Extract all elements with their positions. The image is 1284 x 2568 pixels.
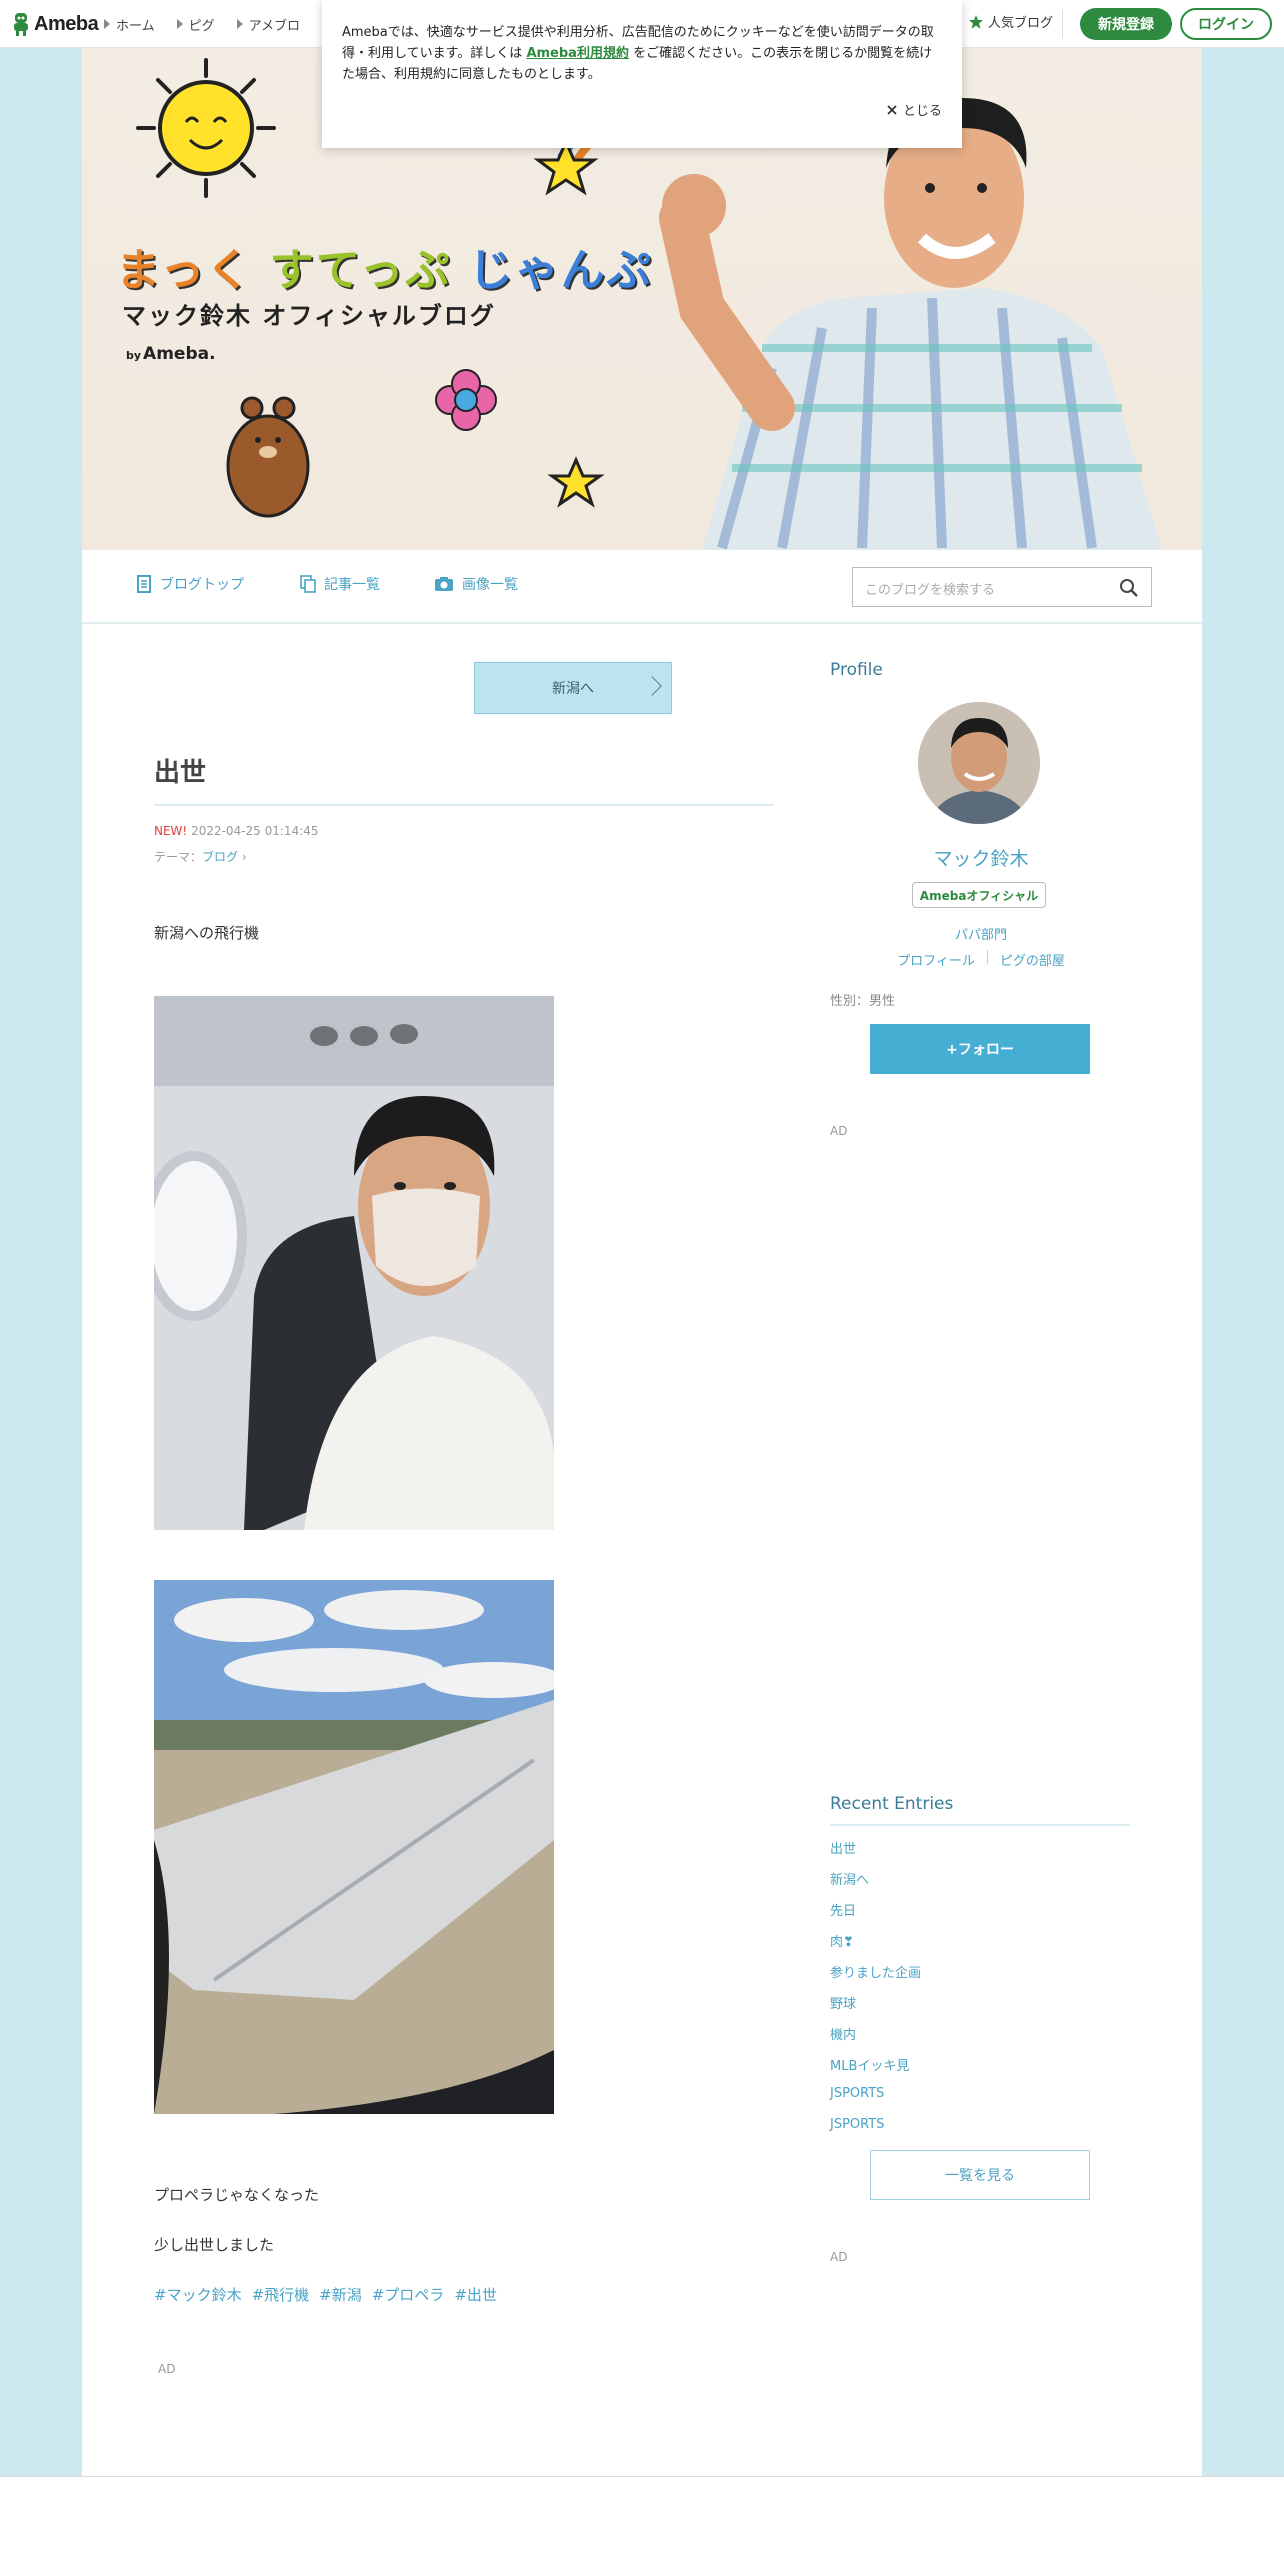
footer [0, 2476, 1284, 2568]
recent-entry-link[interactable]: 機内 [830, 2024, 921, 2055]
nav-home[interactable]: ホーム [104, 15, 155, 34]
hashtag-link[interactable]: #飛行機 [252, 2284, 310, 2305]
cookie-consent-dialog: Amebaでは、快適なサービス提供や利用分析、広告配信のためにクッキーなどを使い… [322, 0, 962, 148]
blog-subtitle: マック鈴木 オフィシャルブログ [122, 302, 496, 330]
global-nav: ホーム ピグ アメブロ [104, 0, 300, 48]
nav-entry-list[interactable]: 記事一覧 [300, 574, 380, 594]
entry-meta: NEW! 2022-04-25 01:14:45 [154, 824, 319, 838]
wing-photo [154, 1580, 554, 2114]
entry-text-line: 少し出世しました [154, 2236, 275, 2254]
profile-link[interactable]: プロフィール [897, 950, 975, 969]
ad-label: AD [830, 1124, 848, 1138]
new-badge: NEW! [154, 824, 188, 838]
recent-entry-link[interactable]: JSPORTS [830, 2117, 921, 2148]
profile-heading: Profile [830, 660, 883, 680]
document-icon [137, 575, 151, 593]
avatar[interactable] [918, 702, 1040, 824]
pigg-room-link[interactable]: ピグの部屋 [1000, 950, 1065, 969]
camera-icon [435, 577, 453, 591]
caret-right-icon [236, 19, 243, 29]
caret-right-icon [176, 19, 183, 29]
recent-entry-link[interactable]: MLBイッキ見 [830, 2055, 921, 2086]
sun-icon [136, 58, 276, 198]
nav-pigg[interactable]: ピグ [176, 15, 215, 34]
recent-entries-heading: Recent Entries [830, 1794, 954, 1814]
entry-text-line: プロペラじゃなくなった [154, 2186, 320, 2204]
profile-photo [918, 702, 1040, 824]
entry-title: 出世 [154, 758, 207, 788]
blog-search-input[interactable]: このブログを検索する [852, 567, 1152, 607]
flower-icon [435, 369, 497, 431]
caret-right-icon [104, 19, 110, 29]
entry-theme: テーマ：ブログ › [154, 850, 247, 864]
profile-links: プロフィール ピグの部屋 [830, 950, 1132, 969]
hashtag-link[interactable]: #プロペラ [372, 2284, 445, 2305]
nav-image-list[interactable]: 画像一覧 [434, 574, 518, 594]
entry-text-line: 新潟への飛行機 [154, 924, 260, 942]
bear-icon [226, 396, 310, 518]
recent-entry-link[interactable]: 新潟へ [830, 1869, 921, 1900]
cookie-text: Amebaでは、快適なサービス提供や利用分析、広告配信のためにクッキーなどを使い… [342, 25, 934, 82]
recent-entry-link[interactable]: 参りました企画 [830, 1962, 921, 1993]
recent-entry-link[interactable]: 肉❣ [830, 1931, 921, 1962]
profile-category-link[interactable]: パパ部門 [830, 924, 1132, 943]
ad-label: AD [158, 2362, 176, 2376]
copy-icon [300, 575, 316, 593]
profile-gender: 性別：男性 [830, 994, 896, 1009]
popular-blog-link[interactable]: 人気ブログ [968, 12, 1053, 31]
hashtag-list: #マック鈴木 #飛行機 #新潟 #プロペラ #出世 [154, 2284, 497, 2305]
theme-link[interactable]: ブログ [202, 850, 238, 864]
blog-title-logo: まっく すてっぷ じゃんぷ [116, 245, 653, 296]
ameba-logo[interactable]: Ameba [12, 10, 99, 38]
nav-blog-top[interactable]: ブログトップ [136, 574, 244, 594]
hashtag-link[interactable]: #新潟 [319, 2284, 362, 2305]
blog-nav: ブログトップ 記事一覧 画像一覧 このブログを検索する [82, 550, 1202, 624]
view-all-entries-button[interactable]: 一覧を見る [870, 2150, 1090, 2200]
small-star-icon [547, 456, 605, 508]
entry-datetime: 2022-04-25 01:14:45 [191, 824, 319, 838]
next-entry-button[interactable]: 新潟へ [474, 662, 672, 714]
selfie-photo [154, 996, 554, 1530]
recent-entry-link[interactable]: 先日 [830, 1900, 921, 1931]
divider [830, 1824, 1130, 1826]
cookie-close-button[interactable]: とじる [887, 100, 942, 119]
divider [154, 804, 774, 806]
hashtag-link[interactable]: #出世 [454, 2284, 497, 2305]
profile-name[interactable]: マック鈴木 [830, 844, 1132, 871]
ad-label: AD [830, 2250, 848, 2264]
divider [986, 950, 988, 964]
nav-ameblo[interactable]: アメブロ [236, 15, 300, 34]
recent-entries-list: 出世 新潟へ 先日 肉❣ 参りました企画 野球 機内 MLBイッキ見 JSPOR… [830, 1838, 921, 2148]
hashtag-link[interactable]: #マック鈴木 [154, 2284, 242, 2305]
login-button[interactable]: ログイン [1180, 8, 1272, 40]
chevron-right-icon [642, 676, 662, 696]
by-ameba-logo: by Ameba. [126, 344, 216, 364]
entry-image-wing[interactable] [154, 1580, 554, 2114]
divider [1062, 10, 1063, 38]
search-placeholder: このブログを検索する [865, 583, 996, 598]
register-button[interactable]: 新規登録 [1080, 8, 1172, 40]
recent-entry-link[interactable]: 野球 [830, 1993, 921, 2024]
search-icon[interactable] [1119, 578, 1139, 598]
ameba-logo-icon [14, 13, 28, 36]
blog-page: まっく すてっぷ じゃんぷ マック鈴木 オフィシャルブログ by Ameba. ブ… [82, 48, 1202, 2476]
entry-image-selfie[interactable] [154, 996, 554, 1530]
person-photo [659, 96, 1162, 550]
logo-text: Ameba [34, 12, 99, 35]
official-badge[interactable]: Amebaオフィシャル [912, 882, 1046, 908]
star-icon [969, 14, 983, 29]
terms-link[interactable]: Ameba利用規約 [526, 46, 629, 61]
close-icon [887, 104, 897, 115]
recent-entry-link[interactable]: JSPORTS [830, 2086, 921, 2117]
recent-entry-link[interactable]: 出世 [830, 1838, 921, 1869]
follow-button[interactable]: +フォロー [870, 1024, 1090, 1074]
